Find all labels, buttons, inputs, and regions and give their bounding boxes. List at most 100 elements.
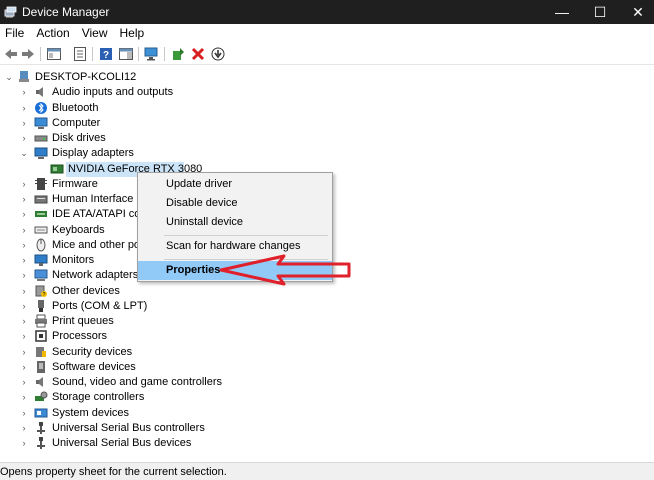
- menu-help[interactable]: Help: [114, 24, 151, 43]
- tree-item-label: Other devices: [52, 284, 120, 297]
- chevron-right-icon[interactable]: ›: [19, 103, 29, 113]
- tree-category-print-queues[interactable]: › Print queues: [0, 314, 654, 329]
- tree-item-label: Display adapters: [52, 147, 134, 160]
- tree-category-bluetooth[interactable]: › Bluetooth: [0, 101, 654, 116]
- back-icon[interactable]: [3, 46, 19, 62]
- chevron-right-icon[interactable]: ›: [19, 423, 29, 433]
- menu-action[interactable]: Action: [30, 24, 75, 43]
- monitor-scan-icon[interactable]: [144, 46, 160, 62]
- tree-item-label: Firmware: [52, 177, 98, 190]
- chevron-right-icon[interactable]: ›: [19, 408, 29, 418]
- system-devices-icon: [34, 406, 48, 420]
- tree-category-security-devices[interactable]: › Security devices: [0, 345, 654, 360]
- menu-uninstall-device[interactable]: Uninstall device: [138, 213, 332, 232]
- tree-category-display-adapters[interactable]: ⌄ Display adapters: [0, 146, 654, 161]
- action-pane-icon[interactable]: [118, 46, 134, 62]
- tree-category-universal-serial-bus-controllers[interactable]: › Universal Serial Bus controllers: [0, 421, 654, 436]
- chevron-right-icon[interactable]: ›: [19, 87, 29, 97]
- computer-root-icon: [17, 70, 31, 84]
- tree-item-label: Sound, video and game controllers: [52, 376, 222, 388]
- chevron-right-icon[interactable]: ›: [19, 331, 29, 341]
- status-bar: Opens property sheet for the current sel…: [0, 462, 654, 480]
- port-icon: [34, 299, 48, 313]
- chevron-right-icon[interactable]: ›: [19, 133, 29, 143]
- tree-item-label: Processors: [52, 330, 108, 343]
- properties-icon[interactable]: [72, 46, 88, 62]
- tree-item-label: Storage controllers: [52, 391, 145, 404]
- chevron-down-icon[interactable]: ⌄: [4, 72, 14, 82]
- chevron-right-icon[interactable]: ›: [19, 225, 29, 235]
- tree-category-system-devices[interactable]: › System devices: [0, 406, 654, 421]
- tree-root[interactable]: ⌄ DESKTOP-KCOLI12: [0, 70, 654, 85]
- annotation-arrow-shape: [219, 254, 351, 286]
- chevron-right-icon[interactable]: ›: [19, 316, 29, 326]
- status-text: Opens property sheet for the current sel…: [0, 466, 227, 478]
- menu-bar: File Action View Help: [0, 24, 654, 43]
- close-button[interactable]: ✕: [616, 0, 654, 24]
- hid-icon: [34, 192, 48, 206]
- tree-item-label: Monitors: [52, 254, 95, 266]
- chevron-right-icon[interactable]: ›: [19, 362, 29, 372]
- processor-icon: [34, 329, 48, 343]
- ide-controller-icon: [34, 207, 48, 221]
- other-devices-icon: ?: [34, 284, 48, 298]
- menu-disable-device[interactable]: Disable device: [138, 194, 332, 213]
- tree-category-sound-video-and-game-controllers[interactable]: › Sound, video and game controllers: [0, 375, 654, 390]
- tree-category-processors[interactable]: › Processors: [0, 329, 654, 344]
- bluetooth-icon: [34, 101, 48, 115]
- chevron-right-icon[interactable]: ›: [19, 118, 29, 128]
- chevron-right-icon[interactable]: ›: [19, 301, 29, 311]
- tree-category-storage-controllers[interactable]: › Storage controllers: [0, 390, 654, 405]
- tree-category-disk-drives[interactable]: › Disk drives: [0, 131, 654, 146]
- tree-category-software-devices[interactable]: › Software devices: [0, 360, 654, 375]
- tree-category-audio-inputs-and-outputs[interactable]: › Audio inputs and outputs: [0, 85, 654, 100]
- speaker-icon: [34, 85, 48, 99]
- help-icon[interactable]: ?: [98, 46, 114, 62]
- update-driver-icon[interactable]: [170, 46, 186, 62]
- sound-controller-icon: [34, 375, 48, 389]
- tree-category-ports-com-lpt[interactable]: › Ports (COM & LPT): [0, 299, 654, 314]
- chevron-right-icon[interactable]: ›: [19, 194, 29, 204]
- chevron-right-icon[interactable]: ›: [19, 377, 29, 387]
- tree-item-label: Universal Serial Bus devices: [52, 437, 192, 449]
- tree-item-label: Audio inputs and outputs: [52, 86, 174, 99]
- gpu-card-icon: [50, 162, 64, 176]
- uninstall-icon[interactable]: [190, 46, 206, 62]
- tree-item-label: Software devices: [52, 360, 136, 373]
- tree-item-label: Human Interface D: [52, 193, 145, 205]
- menu-view[interactable]: View: [76, 24, 114, 43]
- chevron-right-icon[interactable]: ›: [19, 179, 29, 189]
- chevron-right-icon[interactable]: ›: [19, 270, 29, 280]
- chevron-right-icon[interactable]: ›: [19, 255, 29, 265]
- menu-update-driver[interactable]: Update driver: [138, 175, 332, 194]
- chevron-right-icon[interactable]: ›: [19, 347, 29, 357]
- tree-item-label: Security devices: [52, 345, 133, 358]
- tree-item-label: Print queues: [52, 315, 114, 327]
- usb-icon: [34, 421, 48, 435]
- tree-item-label: Network adapters: [52, 269, 139, 282]
- title-bar: Device Manager — ☐ ✕: [0, 0, 654, 24]
- tree-item-label: IDE ATA/ATAPI cont: [52, 208, 150, 221]
- chevron-right-icon[interactable]: ›: [19, 209, 29, 219]
- computer-icon: [34, 116, 48, 130]
- download-icon[interactable]: [210, 46, 226, 62]
- device-manager-icon: [4, 6, 17, 18]
- chevron-right-icon[interactable]: ›: [19, 392, 29, 402]
- monitor-icon: [34, 253, 48, 267]
- svg-text:?: ?: [103, 50, 109, 61]
- show-hide-console-tree-icon[interactable]: [46, 46, 62, 62]
- tree-item-label: Computer: [52, 116, 101, 129]
- chevron-right-icon[interactable]: ›: [19, 240, 29, 250]
- menu-file[interactable]: File: [0, 24, 30, 43]
- forward-icon[interactable]: [20, 46, 36, 62]
- tree-item-label: Mice and other poi: [52, 238, 143, 251]
- disk-drive-icon: [34, 131, 48, 145]
- tree-item-label: DESKTOP-KCOLI12: [35, 71, 137, 83]
- usb-icon: [34, 436, 48, 450]
- tree-category-computer[interactable]: › Computer: [0, 116, 654, 131]
- chevron-right-icon[interactable]: ›: [19, 286, 29, 296]
- chevron-down-icon[interactable]: ⌄: [19, 148, 29, 158]
- tree-category-universal-serial-bus-devices[interactable]: › Universal Serial Bus devices: [0, 436, 654, 451]
- keyboard-icon: [34, 223, 48, 237]
- chevron-right-icon[interactable]: ›: [19, 438, 29, 448]
